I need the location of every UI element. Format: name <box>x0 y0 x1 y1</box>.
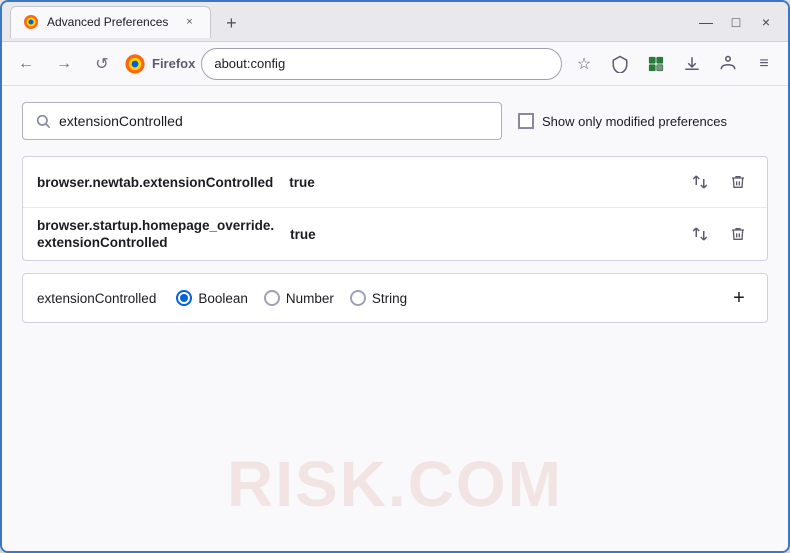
trash-icon <box>730 174 746 190</box>
nav-icons: ☆ <box>568 48 780 80</box>
browser-name-label: Firefox <box>152 56 195 71</box>
tab-title: Advanced Preferences <box>47 15 168 29</box>
table-row: browser.newtab.extensionControlled true <box>23 157 767 208</box>
account-button[interactable] <box>712 48 744 80</box>
delete-button-1[interactable] <box>723 167 753 197</box>
radio-boolean[interactable]: Boolean <box>176 290 248 306</box>
pref-value-1: true <box>289 175 315 190</box>
new-pref-name: extensionControlled <box>37 291 156 306</box>
tab-close-button[interactable]: × <box>180 13 198 31</box>
modified-prefs-label: Show only modified preferences <box>542 114 727 129</box>
radio-group: Boolean Number String <box>176 290 705 306</box>
download-icon <box>683 55 701 73</box>
search-value: extensionControlled <box>59 113 183 129</box>
bookmark-icon: ☆ <box>577 54 591 74</box>
pref-name-1: browser.newtab.extensionControlled <box>37 175 273 190</box>
radio-string-label: String <box>372 291 407 306</box>
radio-number-label: Number <box>286 291 334 306</box>
toggle-button-1[interactable] <box>685 167 715 197</box>
tab-favicon-icon <box>23 14 39 30</box>
add-pref-button[interactable]: + <box>725 284 753 312</box>
back-button[interactable]: ← <box>10 48 42 80</box>
results-table: browser.newtab.extensionControlled true <box>22 156 768 261</box>
delete-button-2[interactable] <box>723 219 753 249</box>
browser-window: Advanced Preferences × + — □ × ← <box>0 0 790 553</box>
shield-button[interactable] <box>604 48 636 80</box>
row-actions-1 <box>685 167 753 197</box>
bookmark-button[interactable]: ☆ <box>568 48 600 80</box>
firefox-logo-icon <box>124 53 146 75</box>
radio-boolean-dot <box>180 294 188 302</box>
address-text: about:config <box>214 56 285 71</box>
search-box[interactable]: extensionControlled <box>22 102 502 140</box>
minimize-button[interactable]: — <box>692 8 720 36</box>
toggle-button-2[interactable] <box>685 219 715 249</box>
close-button[interactable]: × <box>752 8 780 36</box>
watermark: RISK.COM <box>227 447 563 521</box>
arrows-icon <box>691 225 709 243</box>
reload-button[interactable]: ↺ <box>86 48 118 80</box>
maximize-button[interactable]: □ <box>722 8 750 36</box>
new-pref-row: extensionControlled Boolean Number <box>22 273 768 323</box>
trash-icon <box>730 226 746 242</box>
window-controls: — □ × <box>692 8 780 36</box>
row-actions-2 <box>685 219 753 249</box>
modified-prefs-checkbox[interactable] <box>518 113 534 129</box>
radio-number-circle <box>264 290 280 306</box>
table-row: browser.startup.homepage_override. exten… <box>23 208 767 260</box>
search-row: extensionControlled Show only modified p… <box>22 102 768 140</box>
radio-boolean-circle <box>176 290 192 306</box>
radio-number[interactable]: Number <box>264 290 334 306</box>
extensions-button[interactable] <box>640 48 672 80</box>
puzzle-icon <box>647 55 665 73</box>
pref-name-2-line1: browser.startup.homepage_override. <box>37 218 274 233</box>
search-icon <box>35 113 51 129</box>
content-area: RISK.COM extensionControlled Show only m… <box>2 86 788 551</box>
forward-button[interactable]: → <box>48 48 80 80</box>
radio-string-circle <box>350 290 366 306</box>
hamburger-icon: ≡ <box>759 55 768 73</box>
new-tab-button[interactable]: + <box>217 10 245 38</box>
tab-strip: Advanced Preferences × + <box>10 6 684 38</box>
pref-name-2-line2: extensionControlled <box>37 235 274 250</box>
arrows-icon <box>691 173 709 191</box>
nav-bar: ← → ↺ Firefox about:config ☆ <box>2 42 788 86</box>
modified-prefs-checkbox-row[interactable]: Show only modified preferences <box>518 113 727 129</box>
active-tab[interactable]: Advanced Preferences × <box>10 6 211 38</box>
pref-value-2: true <box>290 227 316 242</box>
account-icon <box>719 55 737 73</box>
radio-boolean-label: Boolean <box>198 291 248 306</box>
title-bar: Advanced Preferences × + — □ × <box>2 2 788 42</box>
address-bar[interactable]: about:config <box>201 48 562 80</box>
shield-icon <box>611 55 629 73</box>
menu-button[interactable]: ≡ <box>748 48 780 80</box>
radio-string[interactable]: String <box>350 290 407 306</box>
pref-name-2-container: browser.startup.homepage_override. exten… <box>37 218 274 250</box>
download-button[interactable] <box>676 48 708 80</box>
